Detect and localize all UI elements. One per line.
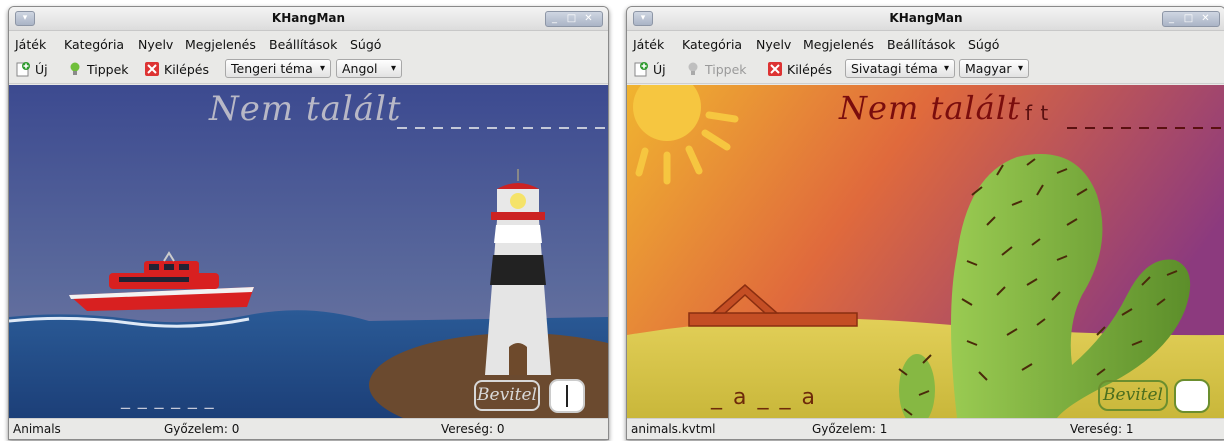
theme-select-value: Sivatagi téma — [851, 61, 938, 76]
window-title: KHangMan — [271, 11, 346, 25]
toolbar: Új Tippek Kilépés Sivatagi téma ▾ Magyar… — [627, 55, 1224, 84]
letter-input-field[interactable] — [1174, 379, 1210, 413]
close-icon[interactable]: ✕ — [1197, 12, 1214, 25]
hints-label: Tippek — [87, 61, 129, 77]
quit-label: Kilépés — [164, 61, 209, 77]
status-wins: Győzelem: 1 — [812, 422, 888, 436]
menu-help[interactable]: Súgó — [350, 37, 381, 52]
input-submit-button[interactable]: Bevitel — [474, 380, 540, 411]
quit-icon — [768, 62, 782, 76]
menu-language[interactable]: Nyelv — [756, 37, 791, 52]
word-to-guess: _ _ _ _ _ _ — [121, 389, 215, 410]
game-canvas-desert: Nem talált f t _ a _ _ a Bevitel — [627, 85, 1224, 418]
game-canvas-sea: Nem talált _ _ _ _ _ _ Bevitel — [9, 85, 608, 418]
quit-button[interactable]: Kilépés — [144, 60, 209, 78]
missed-heading: Nem talált — [839, 89, 1021, 127]
language-select[interactable]: Angol ▾ — [336, 59, 402, 78]
menu-appearance[interactable]: Megjelenés — [803, 37, 874, 52]
status-losses: Vereség: 1 — [1070, 422, 1134, 436]
language-select-value: Magyar — [965, 61, 1012, 76]
status-bar: animals.kvtml Győzelem: 1 Vereség: 1 — [627, 418, 1224, 439]
language-select[interactable]: Magyar ▾ — [959, 59, 1029, 78]
title-bar: ▾ KHangMan _ □ ✕ — [9, 7, 608, 31]
missed-heading: Nem talált — [209, 89, 402, 129]
language-select-value: Angol — [342, 61, 378, 76]
minimize-icon[interactable]: _ — [546, 12, 563, 25]
new-game-button[interactable]: Új — [15, 60, 48, 78]
status-bar: Animals Győzelem: 0 Vereség: 0 — [9, 418, 608, 439]
menu-game[interactable]: Játék — [633, 37, 664, 52]
quit-label: Kilépés — [787, 61, 832, 77]
khangman-window-sea: ▾ KHangMan _ □ ✕ Játék Kategória Nyelv Meg… — [8, 6, 609, 440]
word-to-guess: _ a _ _ a — [711, 385, 817, 410]
close-icon[interactable]: ✕ — [580, 12, 597, 25]
menu-help[interactable]: Súgó — [968, 37, 999, 52]
hints-button[interactable]: Tippek — [685, 60, 747, 78]
new-game-label: Új — [653, 61, 666, 77]
desert-scene — [627, 85, 1224, 418]
sea-scene — [9, 85, 608, 418]
new-game-button[interactable]: Új — [633, 60, 666, 78]
input-submit-button[interactable]: Bevitel — [1098, 380, 1168, 411]
hints-label: Tippek — [705, 61, 747, 77]
menu-settings[interactable]: Beállítások — [887, 37, 955, 52]
letter-input-field[interactable] — [549, 379, 585, 413]
theme-select[interactable]: Tengeri téma ▾ — [225, 59, 331, 78]
menu-category[interactable]: Kategória — [64, 37, 124, 52]
missed-letters: f t — [1025, 101, 1050, 125]
quit-icon — [145, 62, 159, 76]
title-bar: ▾ KHangMan _ □ ✕ — [627, 7, 1224, 31]
chevron-down-icon: ▾ — [390, 63, 396, 74]
quit-button[interactable]: Kilépés — [767, 60, 832, 78]
chevron-down-icon: ▾ — [319, 63, 325, 74]
status-category: animals.kvtml — [631, 422, 716, 436]
hints-button[interactable]: Tippek — [67, 60, 129, 78]
theme-select[interactable]: Sivatagi téma ▾ — [845, 59, 955, 78]
status-losses: Vereség: 0 — [441, 422, 505, 436]
status-category: Animals — [13, 422, 61, 436]
lightbulb-icon — [70, 62, 80, 75]
window-controls: _ □ ✕ — [545, 11, 603, 27]
khangman-window-desert: ▾ KHangMan _ □ ✕ Játék Kategória Nyelv Meg… — [626, 6, 1224, 440]
menu-game[interactable]: Játék — [15, 37, 46, 52]
new-document-icon — [634, 62, 648, 77]
menu-settings[interactable]: Beállítások — [269, 37, 337, 52]
new-game-label: Új — [35, 61, 48, 77]
lightbulb-icon — [688, 62, 698, 75]
window-controls: _ □ ✕ — [1162, 11, 1220, 27]
chevron-down-icon: ▾ — [943, 63, 949, 74]
theme-select-value: Tengeri téma — [231, 61, 313, 76]
minimize-icon[interactable]: _ — [1163, 12, 1180, 25]
maximize-icon[interactable]: □ — [563, 12, 580, 25]
text-cursor — [566, 385, 568, 407]
menu-language[interactable]: Nyelv — [138, 37, 173, 52]
maximize-icon[interactable]: □ — [1180, 12, 1197, 25]
chevron-down-icon: ▾ — [1017, 63, 1023, 74]
status-wins: Győzelem: 0 — [164, 422, 240, 436]
new-document-icon — [16, 62, 30, 77]
window-title: KHangMan — [889, 11, 963, 25]
menu-appearance[interactable]: Megjelenés — [185, 37, 256, 52]
menu-category[interactable]: Kategória — [682, 37, 742, 52]
menu-bar: Játék Kategória Nyelv Megjelenés Beállít… — [627, 31, 1224, 55]
menu-bar: Játék Kategória Nyelv Megjelenés Beállít… — [9, 31, 608, 55]
toolbar: Új Tippek Kilépés Tengeri téma ▾ Angol ▾ — [9, 55, 608, 84]
